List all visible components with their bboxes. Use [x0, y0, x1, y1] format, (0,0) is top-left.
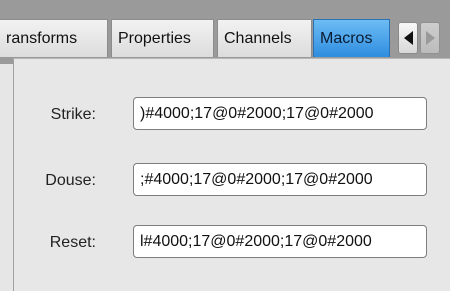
macros-panel: Strike: )#4000;17@0#2000;17@0#2000 Douse…: [13, 58, 450, 291]
strike-label: Strike:: [50, 106, 96, 123]
tab-scroll-left-button[interactable]: [398, 22, 418, 54]
reset-label: Reset:: [49, 234, 96, 251]
reset-field[interactable]: l#4000;17@0#2000;17@0#2000: [133, 225, 427, 258]
tab-channels[interactable]: Channels: [217, 19, 312, 57]
tab-scroll-right-button[interactable]: [420, 22, 440, 54]
window-titlebar: [0, 0, 450, 19]
strike-field[interactable]: )#4000;17@0#2000;17@0#2000: [133, 97, 427, 130]
tab-properties[interactable]: Properties: [111, 19, 214, 57]
tab-macros[interactable]: Macros: [313, 19, 390, 57]
douse-field[interactable]: ;#4000;17@0#2000;17@0#2000: [133, 163, 427, 196]
scroll-right-icon: [425, 31, 435, 45]
scroll-left-icon: [403, 31, 413, 45]
douse-label: Douse:: [45, 172, 96, 189]
tab-transforms[interactable]: ransforms: [0, 19, 108, 57]
